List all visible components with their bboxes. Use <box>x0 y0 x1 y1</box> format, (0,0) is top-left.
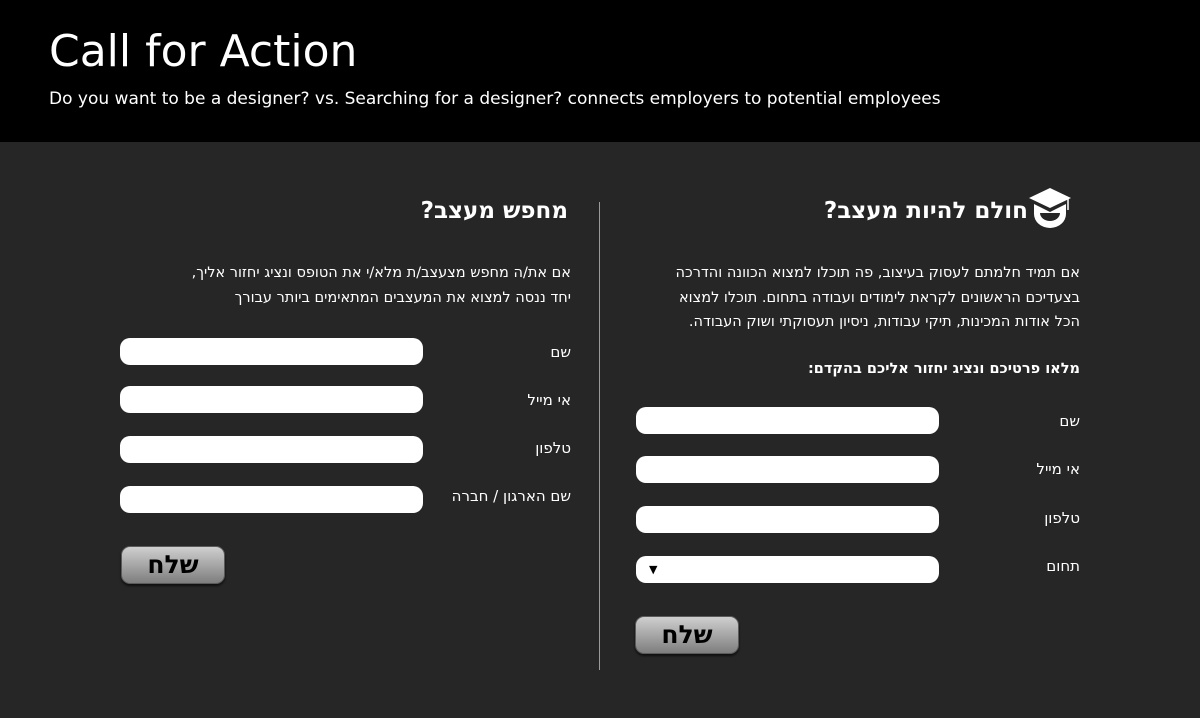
description-line: יחד ננסה למצוא את המעצבים המתאימים ביותר… <box>234 289 571 306</box>
column-divider <box>599 202 600 670</box>
organization-label: שם הארגון / חברה <box>451 487 571 505</box>
name-label: שם <box>1059 412 1080 430</box>
field-label: תחום <box>1046 557 1080 575</box>
phone-input[interactable] <box>120 436 423 463</box>
phone-label: טלפון <box>1044 509 1080 527</box>
name-input[interactable] <box>636 407 939 434</box>
dropdown-arrow-icon: ▼ <box>649 563 658 576</box>
page-title: Call for Action <box>49 26 358 77</box>
description-line: אם תמיד חלמתם לעסוק בעיצוב, פה תוכלו למצ… <box>675 265 1080 281</box>
email-label: אי מייל <box>527 391 571 409</box>
page-subtitle: Do you want to be a designer? vs. Search… <box>49 89 941 109</box>
searching-designer-description: אם את/ה מחפש מצעצב/ת מלא/י את הטופס ונצי… <box>101 261 571 310</box>
phone-label: טלפון <box>535 439 571 457</box>
description-line: בצעדיכם הראשונים לקראת לימודים ועבודה בת… <box>678 289 1080 306</box>
phone-input[interactable] <box>636 506 939 533</box>
organization-input[interactable] <box>120 486 423 513</box>
searching-designer-heading: מחפש מעצב? <box>420 198 568 224</box>
page-header: Call for Action Do you want to be a desi… <box>0 0 1200 142</box>
name-label: שם <box>550 343 571 361</box>
description-line: הכל אודות המכינות, תיקי עבודות, ניסיון ת… <box>688 314 1080 330</box>
graduation-cap-icon <box>1029 188 1071 228</box>
email-input[interactable] <box>636 456 939 483</box>
name-input[interactable] <box>120 338 423 365</box>
description-line: אם את/ה מחפש מצעצב/ת מלא/י את הטופס ונצי… <box>191 265 571 281</box>
send-button[interactable]: שלח <box>121 546 225 584</box>
field-select[interactable]: ▼ <box>636 556 939 583</box>
email-input[interactable] <box>120 386 423 413</box>
send-button[interactable]: שלח <box>635 616 739 654</box>
designer-dream-description: אם תמיד חלמתם לעסוק בעיצוב, פה תוכלו למצ… <box>610 261 1080 335</box>
fill-details-prompt: מלאו פרטיכם ונציג יחזור אליכם בהקדם: <box>807 361 1080 377</box>
email-label: אי מייל <box>1036 460 1080 478</box>
designer-dream-heading: חולם להיות מעצב? <box>823 198 1028 224</box>
